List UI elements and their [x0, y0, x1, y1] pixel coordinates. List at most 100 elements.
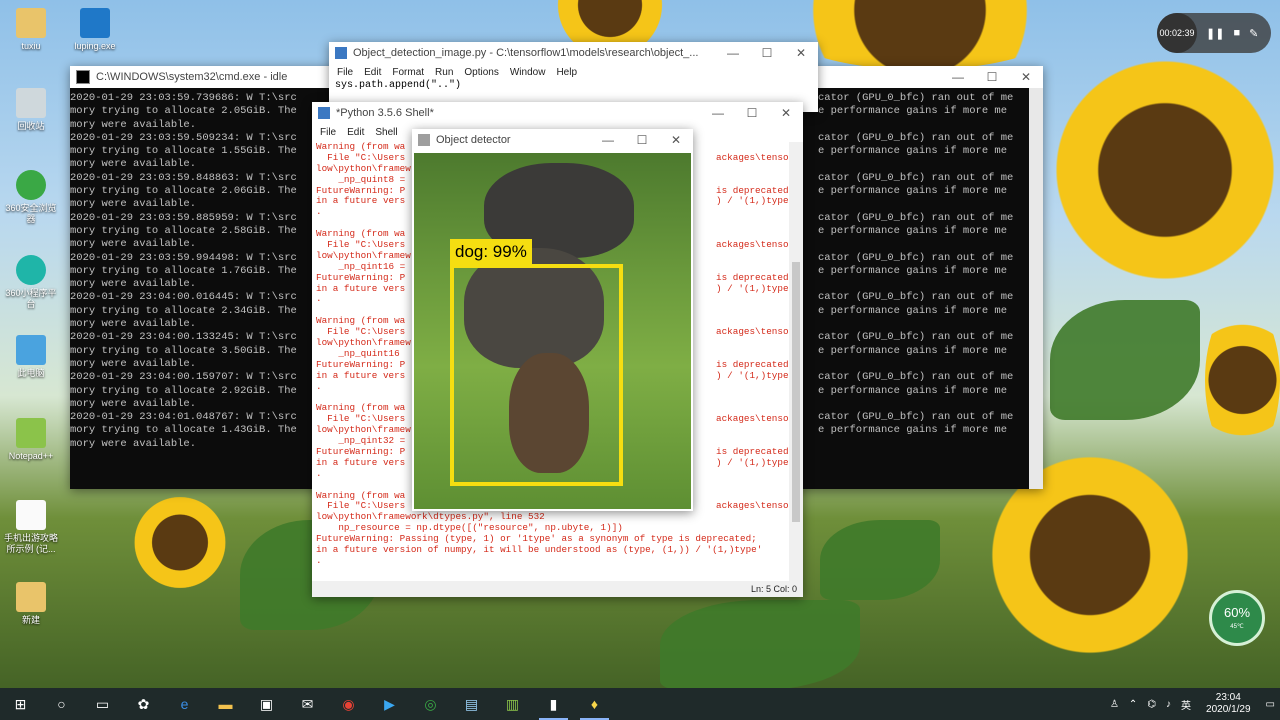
- volume-icon[interactable]: ♪: [1166, 699, 1171, 710]
- shell-scrollbar[interactable]: [789, 142, 803, 581]
- cmd-line-right: e performance gains if more me: [818, 304, 1008, 317]
- cmd-line-right: cator (GPU_0_bfc) ran out of me: [818, 92, 1014, 104]
- menu-shell[interactable]: Shell: [375, 127, 397, 138]
- close-button[interactable]: ✕: [769, 106, 803, 120]
- shell-line-left: low\python\framew: [316, 337, 411, 349]
- scrollbar-thumb[interactable]: [792, 262, 800, 522]
- close-button[interactable]: ✕: [784, 46, 818, 60]
- window-icon: [418, 134, 430, 146]
- menu-help[interactable]: Help: [556, 67, 577, 78]
- idle-titlebar[interactable]: Object_detection_image.py - C:\tensorflo…: [329, 42, 818, 64]
- notepad-icon[interactable]: ▤: [451, 688, 492, 720]
- cmd-line-right: cator (GPU_0_bfc) ran out of me: [818, 211, 1014, 224]
- shell-line-left: Warning (from wa: [316, 402, 406, 414]
- object-detector-window[interactable]: Object detector — ☐ ✕ dog: 99%: [412, 129, 693, 511]
- task-view-icon[interactable]: ▭: [82, 688, 123, 720]
- cmd-line-left: mory trying to allocate 2.92GiB. The: [70, 384, 297, 397]
- minimize-button[interactable]: —: [941, 70, 975, 84]
- desktop-icon-recycle-bin[interactable]: 回收站: [2, 88, 60, 132]
- menu-file[interactable]: File: [320, 127, 336, 138]
- network-icon[interactable]: ⌬: [1147, 699, 1156, 710]
- menu-format[interactable]: Format: [392, 67, 424, 78]
- desktop-icon-new-folder[interactable]: 新建: [2, 582, 60, 626]
- cmd-line-left: mory were available.: [70, 357, 197, 370]
- menu-file[interactable]: File: [337, 67, 353, 78]
- close-button[interactable]: ✕: [659, 133, 693, 147]
- minimize-button[interactable]: —: [716, 46, 750, 60]
- desktop-icon-document[interactable]: 手机出游攻略所示例 (记...: [2, 500, 60, 555]
- code-line[interactable]: sys.path.append(".."): [329, 80, 818, 91]
- minimize-button[interactable]: —: [701, 106, 735, 120]
- desktop-icon-tuxiu[interactable]: tuxiu: [2, 8, 60, 52]
- edge-icon[interactable]: e: [164, 688, 205, 720]
- cmd-line-left: mory were available.: [70, 118, 197, 131]
- clock[interactable]: 23:04 2020/1/29: [1206, 692, 1251, 716]
- shell-line-left: np_resource = np.dtype([("resource", np.…: [316, 522, 623, 534]
- notification-icon[interactable]: ▭: [1266, 699, 1275, 710]
- shell-line-left: low\python\framew: [316, 162, 411, 174]
- shell-line-left: FutureWarning: P: [316, 445, 406, 457]
- chrome-icon[interactable]: ◉: [328, 688, 369, 720]
- cmd-line-right: cator (GPU_0_bfc) ran out of me: [818, 251, 1014, 264]
- python-idle-icon[interactable]: ▥: [492, 688, 533, 720]
- fan-icon[interactable]: ✿: [123, 688, 164, 720]
- python-icon[interactable]: ♦: [574, 688, 615, 720]
- shell-line-left: .: [316, 380, 322, 392]
- menu-window[interactable]: Window: [510, 67, 546, 78]
- shell-line-left: FutureWarning: P: [316, 184, 406, 196]
- pen-icon[interactable]: ✎: [1249, 27, 1258, 40]
- browser-360-icon[interactable]: ◎: [410, 688, 451, 720]
- cmd-line-right: cator (GPU_0_bfc) ran out of me: [818, 411, 1014, 424]
- menu-edit[interactable]: Edit: [364, 67, 381, 78]
- desktop-icon-this-pc[interactable]: 此电脑: [2, 335, 60, 379]
- luping-icon[interactable]: ▶: [369, 688, 410, 720]
- screen-recorder-widget[interactable]: 00:02:39 ❚❚ ■ ✎: [1157, 13, 1271, 53]
- maximize-button[interactable]: ☐: [975, 70, 1009, 84]
- people-icon[interactable]: ♙: [1110, 699, 1119, 710]
- cmd-icon[interactable]: ▮: [533, 688, 574, 720]
- desktop-icon-360-browser[interactable]: 360安全浏览器: [2, 170, 60, 225]
- performance-gauge[interactable]: 60% 45℃: [1209, 590, 1265, 646]
- menu-run[interactable]: Run: [435, 67, 453, 78]
- shell-line-left: .: [316, 293, 322, 305]
- cmd-scrollbar[interactable]: [1029, 88, 1043, 489]
- shell-line-left: _np_quint8 =: [316, 173, 406, 185]
- detector-titlebar[interactable]: Object detector — ☐ ✕: [412, 129, 693, 151]
- desktop-icon-luping[interactable]: luping.exe: [66, 8, 124, 52]
- cmd-line-right: cator (GPU_0_bfc) ran out of me: [818, 291, 1014, 304]
- menu-options[interactable]: Options: [464, 67, 498, 78]
- shell-line-left: File "C:\Users: [316, 239, 406, 251]
- cmd-line-left: 2020-01-29 23:04:01.048767: W T:\src: [70, 411, 297, 424]
- cmd-line-left: mory trying to allocate 1.43GiB. The: [70, 424, 297, 437]
- explorer-icon[interactable]: ▬: [205, 688, 246, 720]
- cmd-line-left: mory trying to allocate 1.55GiB. The: [70, 145, 297, 158]
- document-icon: [16, 500, 46, 530]
- maximize-button[interactable]: ☐: [625, 133, 659, 147]
- desktop-icon-360-miniapp[interactable]: 360小程序平台: [2, 255, 60, 310]
- pause-icon[interactable]: ❚❚: [1206, 27, 1224, 40]
- start-icon[interactable]: ⊞: [0, 688, 41, 720]
- menu-edit[interactable]: Edit: [347, 127, 364, 138]
- tray-expand-icon[interactable]: ⌃: [1129, 699, 1137, 710]
- minimize-button[interactable]: —: [591, 133, 625, 147]
- stop-icon[interactable]: ■: [1233, 27, 1240, 39]
- maximize-button[interactable]: ☐: [735, 106, 769, 120]
- cmd-line-left: mory were available.: [70, 278, 197, 291]
- detection-label: dog: 99%: [450, 239, 532, 265]
- shell-titlebar[interactable]: *Python 3.5.6 Shell* — ☐ ✕: [312, 102, 803, 124]
- close-button[interactable]: ✕: [1009, 70, 1043, 84]
- shell-line-right: is deprecated;: [716, 271, 789, 283]
- shell-line-left: in a future vers: [316, 456, 406, 468]
- shell-line-right: ) / '(1,)type': [716, 369, 789, 381]
- folder-icon: [16, 582, 46, 612]
- input-method-icon[interactable]: 英: [1181, 697, 1191, 712]
- maximize-button[interactable]: ☐: [750, 46, 784, 60]
- search-icon[interactable]: ○: [41, 688, 82, 720]
- mail-icon[interactable]: ✉: [287, 688, 328, 720]
- shell-line-right: ) / '(1,)type': [716, 456, 789, 468]
- desktop-icon-notepadpp[interactable]: Notepad++: [2, 418, 60, 462]
- store-icon[interactable]: ▣: [246, 688, 287, 720]
- idle-menubar: File Edit Format Run Options Window Help: [329, 64, 818, 80]
- cmd-line-right: e performance gains if more me: [818, 145, 1008, 158]
- clock-date: 2020/1/29: [1206, 704, 1251, 715]
